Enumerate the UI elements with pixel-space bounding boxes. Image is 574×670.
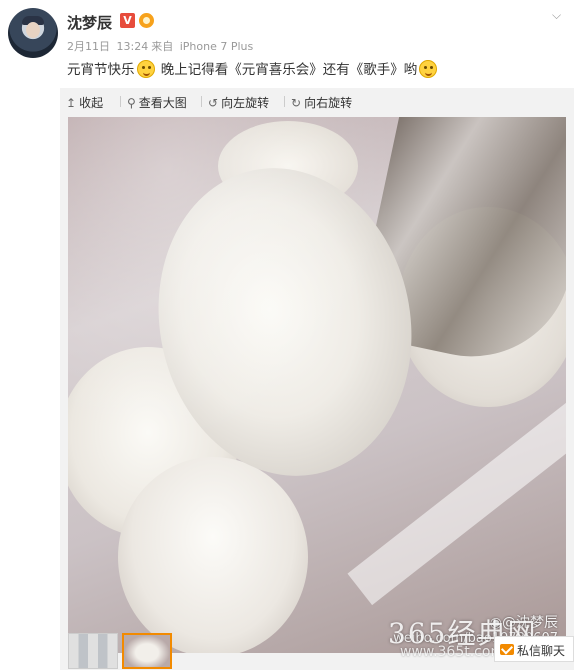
post-source[interactable]: iPhone 7 Plus	[180, 40, 254, 53]
post-text-part2: 晚上记得看《元宵喜乐会》还有《歌手》哟	[160, 62, 418, 78]
post-photo[interactable]: ◉@沈梦辰 weibo.com/bao19780607	[68, 117, 566, 653]
view-large-label: 查看大图	[138, 96, 187, 110]
site-url: www.365t.com	[400, 644, 505, 660]
post-text-part1: 元宵节快乐	[67, 62, 135, 78]
rotate-left-icon: ↺	[208, 96, 219, 110]
collapse-button[interactable]: ↥ 收起	[66, 94, 103, 111]
source-prefix: 来自	[151, 40, 174, 53]
dm-button[interactable]: 私信聊天	[494, 636, 574, 662]
avatar[interactable]	[8, 8, 58, 58]
view-large-button[interactable]: ⚲ 查看大图	[127, 94, 187, 111]
rotate-left-label: 向左旋转	[221, 96, 270, 110]
vip-badge-icon	[139, 13, 154, 28]
rotate-left-button[interactable]: ↺ 向左旋转	[208, 94, 269, 111]
post-date[interactable]: 2月11日	[67, 40, 110, 53]
post-text: 元宵节快乐 晚上记得看《元宵喜乐会》还有《歌手》哟	[67, 58, 439, 78]
smile-emoji-icon	[136, 60, 155, 78]
tongue-emoji-icon	[419, 60, 438, 78]
username[interactable]: 沈梦辰	[67, 12, 112, 33]
toolbar-divider	[284, 96, 285, 107]
media-toolbar: ↥ 收起 ⚲ 查看大图 ↺ 向左旋转 ↻ 向右旋转	[60, 88, 574, 116]
thumbnail-1[interactable]	[68, 633, 118, 669]
verified-badge-icon: V	[120, 13, 135, 28]
collapse-label: 收起	[79, 96, 104, 110]
thumbnail-2-selected[interactable]	[122, 633, 172, 669]
avatar-face	[26, 22, 40, 38]
search-icon: ⚲	[127, 96, 136, 110]
post-time[interactable]: 13:24	[117, 40, 149, 53]
rotate-right-button[interactable]: ↻ 向右旋转	[291, 94, 352, 111]
toolbar-divider	[120, 96, 121, 107]
chevron-down-icon[interactable]: ⌵	[552, 8, 566, 22]
post-meta: 2月11日 13:24 来自 iPhone 7 Plus	[67, 38, 256, 54]
rotate-right-label: 向右旋转	[304, 96, 353, 110]
collapse-icon: ↥	[66, 96, 77, 110]
post-header: 沈梦辰 V ⌵ 2月11日 13:24 来自 iPhone 7 Plus 元宵节快…	[0, 0, 574, 88]
rotate-right-icon: ↻	[291, 96, 302, 110]
toolbar-divider	[201, 96, 202, 107]
message-icon	[500, 644, 514, 655]
media-box: ↥ 收起 ⚲ 查看大图 ↺ 向左旋转 ↻ 向右旋转 ◉@沈梦辰 weibo.com/ba…	[60, 88, 574, 670]
dm-button-label: 私信聊天	[517, 644, 566, 658]
photo-glare	[68, 117, 566, 653]
